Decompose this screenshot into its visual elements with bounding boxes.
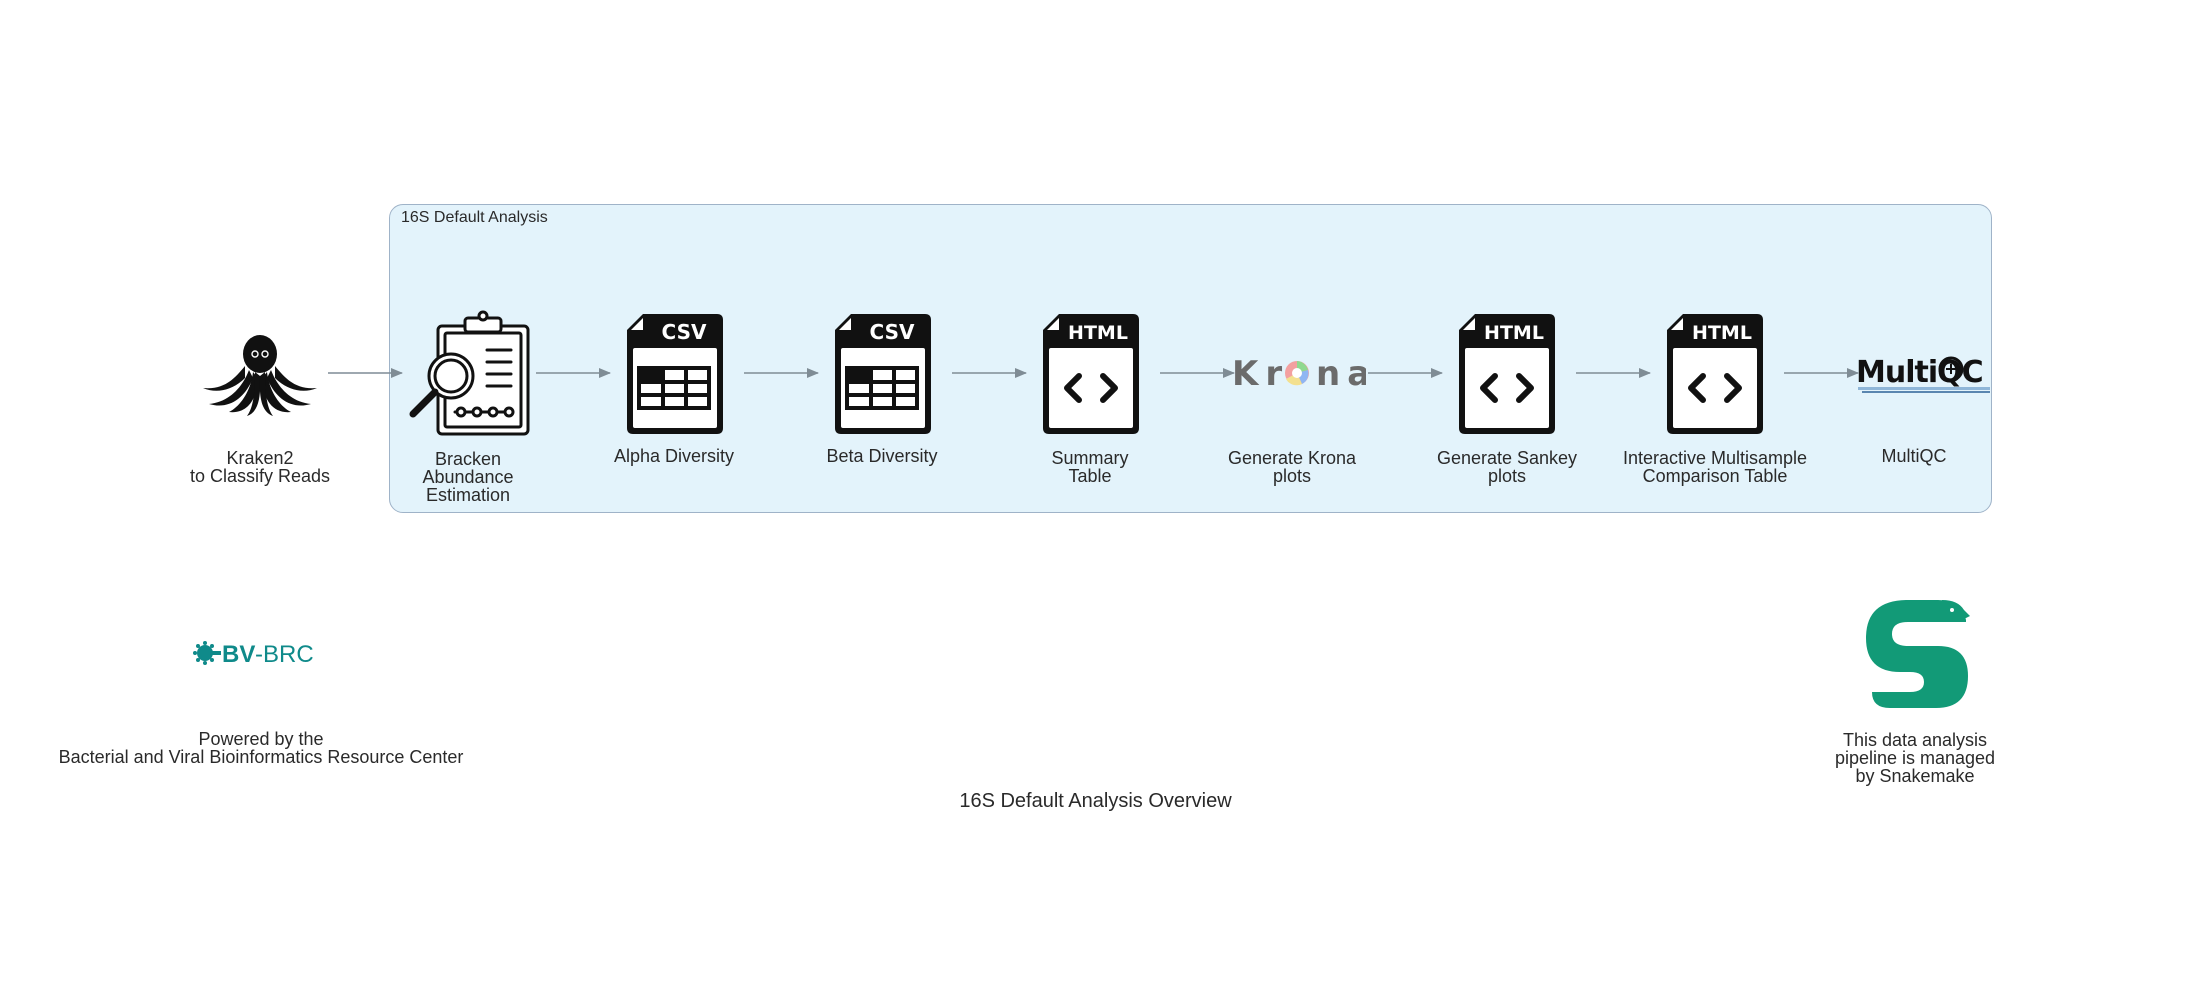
svg-text:-BRC: -BRC — [255, 641, 314, 668]
svg-text:Kr: Kr — [1232, 354, 1289, 394]
node-summary-table: HTML — [1041, 312, 1141, 436]
html-file-icon: HTML — [1043, 314, 1139, 434]
csv-badge: CSV — [870, 320, 915, 344]
html-badge: HTML — [1068, 322, 1128, 344]
csv-file-icon: CSV — [627, 314, 723, 434]
csv-file-icon: CSV — [835, 314, 931, 434]
html-file-icon: HTML — [1459, 314, 1555, 434]
label-bvbrc: Powered by the Bacterial and Viral Bioin… — [58, 729, 464, 767]
multiqc-logo: MultiQC — [1856, 355, 1990, 393]
html-badge: HTML — [1692, 322, 1752, 344]
snakemake-logo-icon — [1866, 600, 1970, 708]
diagram-title: 16S Default Analysis Overview — [959, 790, 1232, 812]
svg-text:MultiQC: MultiQC — [1856, 355, 1983, 390]
label-multiqc: MultiQC — [1881, 446, 1947, 466]
html-badge: HTML — [1484, 322, 1544, 344]
octopus-icon — [203, 335, 317, 416]
html-file-icon: HTML — [1667, 314, 1763, 434]
snakemake-logo — [1858, 596, 1974, 712]
node-kraken2 — [195, 328, 325, 418]
bvbrc-logo-icon: BV -BRC — [193, 641, 314, 668]
clipboard-magnifier-icon — [409, 310, 530, 436]
svg-text:BV: BV — [222, 641, 255, 668]
node-alpha-diversity: CSV — [625, 312, 725, 436]
node-beta-diversity: CSV — [833, 312, 933, 436]
node-sankey: HTML — [1457, 312, 1557, 436]
node-multiqc: MultiQC — [1856, 350, 1992, 396]
node-krona: Kr na — [1232, 350, 1370, 396]
bvbrc-logo: BV -BRC — [193, 638, 329, 668]
svg-text:na: na — [1316, 354, 1366, 394]
node-multisample: HTML — [1665, 312, 1765, 436]
label-snakemake: This data analysis pipeline is managed b… — [1834, 730, 1996, 786]
csv-badge: CSV — [662, 320, 707, 344]
krona-logo: Kr na — [1232, 354, 1370, 394]
node-bracken — [403, 310, 533, 438]
